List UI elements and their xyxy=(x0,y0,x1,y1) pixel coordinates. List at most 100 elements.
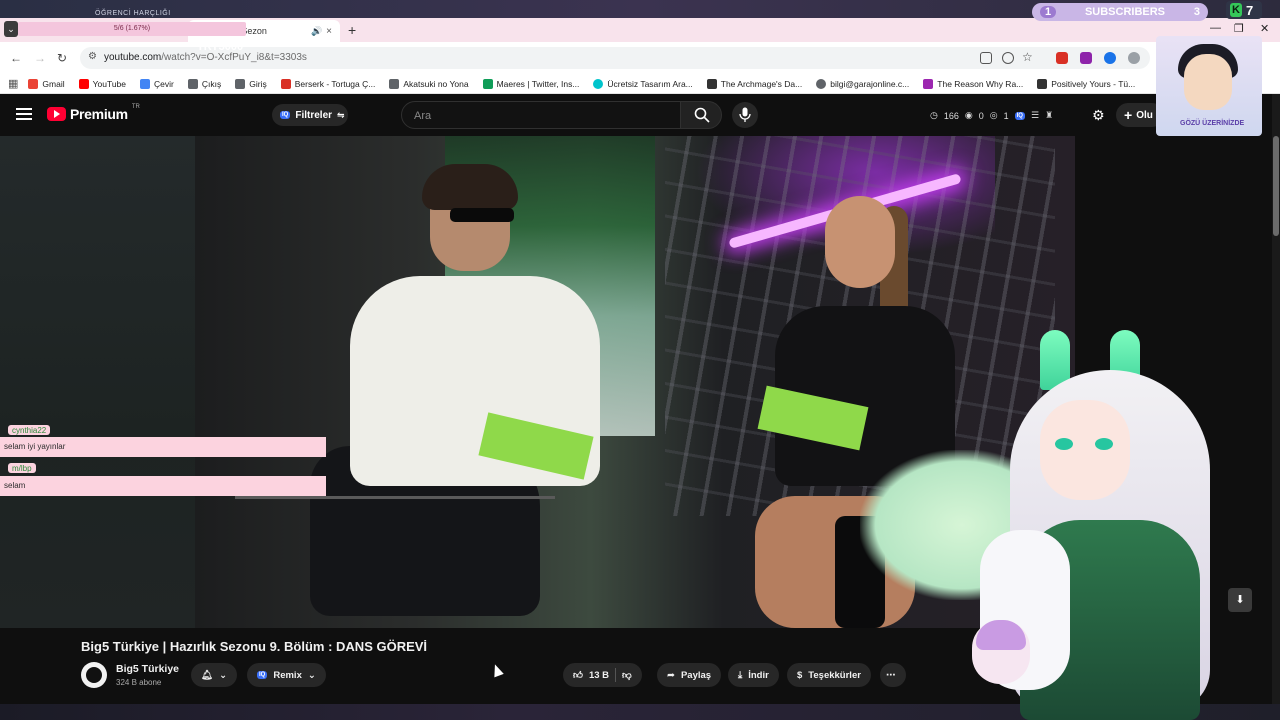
apps-grid-icon[interactable]: ▦ xyxy=(8,77,18,90)
bookmark-label: Maeres | Twitter, Ins... xyxy=(496,78,580,89)
filters-label: Filtreler xyxy=(295,109,333,121)
bookmark-favicon-icon xyxy=(816,78,827,89)
more-horizontal-icon: ⋯ xyxy=(886,669,896,681)
cast-icon[interactable] xyxy=(980,52,992,64)
bookmark-favicon-icon xyxy=(593,78,604,89)
bell-icon: 🔔︎ xyxy=(201,669,214,681)
logo-text: Premium xyxy=(70,106,128,122)
bookmark-item[interactable]: YouTube xyxy=(78,78,127,89)
chevron-down-icon: ⌄ xyxy=(307,669,316,681)
extension-purple-icon[interactable] xyxy=(1080,52,1092,64)
stat-c: 1 xyxy=(1003,110,1009,121)
bookmark-item[interactable]: Ücretsiz Tasarım Ara... xyxy=(593,78,693,89)
bookmark-item[interactable]: Positively Yours - Tü... xyxy=(1037,78,1135,89)
extension-blue-icon[interactable] xyxy=(1104,52,1116,64)
more-actions-button[interactable]: ⋯ xyxy=(880,663,906,687)
youtube-logo[interactable]: Premium TR xyxy=(47,104,140,122)
goal-caption: ÖĞRENCİ HARÇLIĞI xyxy=(95,10,171,17)
download-label: İndir xyxy=(748,669,769,681)
bookmark-favicon-icon xyxy=(389,78,400,89)
bookmark-label: Giriş xyxy=(249,78,267,89)
maximize-icon[interactable]: ❐ xyxy=(1234,22,1244,35)
settings-gear-icon[interactable]: ⚙ xyxy=(1092,107,1105,124)
tab-close-icon[interactable]: × xyxy=(326,26,332,37)
back-icon[interactable]: ← xyxy=(10,51,22,65)
download-extension-icon[interactable]: ⬇ xyxy=(1228,588,1252,612)
share-button[interactable]: ➦ Paylaş xyxy=(657,663,722,687)
search-input[interactable]: Ara xyxy=(401,101,681,129)
subscribers-label: SUBSCRIBERS xyxy=(1084,6,1166,18)
filters-button[interactable]: IQ Filtreler ⇋ xyxy=(272,104,348,126)
hide-icon[interactable] xyxy=(1002,52,1014,64)
chibi-hair xyxy=(976,620,1026,650)
minimize-icon[interactable]: — xyxy=(1210,22,1221,34)
forward-icon[interactable]: → xyxy=(34,51,46,65)
iq-icon: IQ xyxy=(280,111,291,119)
iq-extension-icon[interactable]: IQ xyxy=(1014,111,1025,120)
subscribers-counter: 1 SUBSCRIBERS 3 xyxy=(1032,3,1208,21)
screen: ÖĞRENCİ HARÇLIĞI 5/6 (1.67%) TRY0 TRY300… xyxy=(0,0,1280,720)
chat-username: cynthia22 xyxy=(8,425,51,435)
bookmark-item[interactable]: The Reason Why Ra... xyxy=(923,78,1023,89)
vtuber-face xyxy=(1040,400,1130,500)
address-path: /watch?v=O-XcfPuY_i8&t=3303s xyxy=(161,52,307,63)
dislike-icon[interactable]: 👎︎ xyxy=(622,669,632,681)
channel-avatar[interactable] xyxy=(81,662,107,688)
like-icon[interactable]: 👍︎ xyxy=(573,669,583,681)
youtube-play-icon xyxy=(47,107,66,121)
extension-stats: ◷ 166 ◉ 0 ◎ 1 IQ ☰ ♜ xyxy=(930,110,1053,121)
notification-bell-button[interactable]: 🔔︎ ⌄ xyxy=(191,663,238,687)
bookmark-star-icon[interactable]: ☆ xyxy=(1022,50,1033,64)
site-info-icon[interactable]: ⚙ xyxy=(88,51,97,62)
microphone-icon xyxy=(739,107,751,122)
channel-name[interactable]: Big5 Türkiye xyxy=(116,663,179,675)
chat-message: selam xyxy=(0,476,326,496)
bookmark-item[interactable]: bilgi@garajonline.c... xyxy=(816,78,909,89)
chat-username: m/lbp xyxy=(8,463,36,473)
list-icon[interactable]: ☰ xyxy=(1031,110,1039,121)
bookmark-item[interactable]: Akatsuki no Yona xyxy=(389,78,469,89)
view-icon: ◎ xyxy=(989,110,998,120)
like-divider xyxy=(615,668,617,682)
download-button[interactable]: ⤓ İndir xyxy=(728,663,779,687)
ambient-panel xyxy=(0,136,195,628)
search-button[interactable] xyxy=(680,101,722,129)
like-count[interactable]: 13 B xyxy=(589,670,609,681)
bookmark-favicon-icon xyxy=(1037,78,1048,89)
chibi-sticker xyxy=(972,620,1030,684)
thanks-button[interactable]: $ Teşekkürler xyxy=(787,663,871,687)
tab-audio-icon[interactable]: 🔊 xyxy=(311,26,322,37)
bookmark-label: Berserk - Tortuga Ç... xyxy=(294,78,376,89)
new-tab-button[interactable]: + xyxy=(348,22,356,38)
bookmark-label: YouTube xyxy=(92,78,127,89)
extension-red-icon[interactable] xyxy=(1056,52,1068,64)
close-window-icon[interactable]: ✕ xyxy=(1260,22,1269,35)
remix-button[interactable]: IQ Remix ⌄ xyxy=(247,663,326,687)
kick-badge: K 7 xyxy=(1226,1,1262,19)
bookmark-item[interactable]: Maeres | Twitter, Ins... xyxy=(482,78,580,89)
subscribers-left-count: 1 xyxy=(1040,6,1057,18)
voice-search-button[interactable] xyxy=(732,102,758,128)
goal-max-label: TRY3000 xyxy=(197,41,244,53)
bookmark-item[interactable]: Çevir xyxy=(140,78,174,89)
bookmark-item[interactable]: Gmail xyxy=(28,78,65,89)
plus-icon: + xyxy=(1124,107,1133,123)
video-chairs xyxy=(235,496,555,596)
scrollbar-thumb[interactable] xyxy=(1273,136,1279,236)
trophy-icon[interactable]: ♜ xyxy=(1045,110,1053,121)
kick-count: 7 xyxy=(1246,2,1254,18)
person-left-glasses xyxy=(450,208,514,222)
reload-icon[interactable]: ↻ xyxy=(57,51,67,65)
bookmark-item[interactable]: The Archmage's Da... xyxy=(706,78,802,89)
bookmark-item[interactable]: Giriş xyxy=(235,78,267,89)
bookmarks-bar: ▦ Gmail YouTube Çevir Çıkış Giriş Berser… xyxy=(0,74,1280,94)
sliders-icon: ⇋ xyxy=(337,109,345,120)
streamer-cam-avatar: GÖZÜ ÜZERİNİZDE xyxy=(1156,36,1262,136)
share-icon: ➦ xyxy=(667,669,675,681)
bookmark-item[interactable]: Çıkış xyxy=(187,78,221,89)
tab-search-icon[interactable]: ⌄ xyxy=(4,21,18,37)
bookmark-favicon-icon xyxy=(28,78,39,89)
bookmark-item[interactable]: Berserk - Tortuga Ç... xyxy=(280,78,376,89)
extension-grey-icon[interactable] xyxy=(1128,52,1140,64)
menu-icon[interactable] xyxy=(16,108,32,123)
